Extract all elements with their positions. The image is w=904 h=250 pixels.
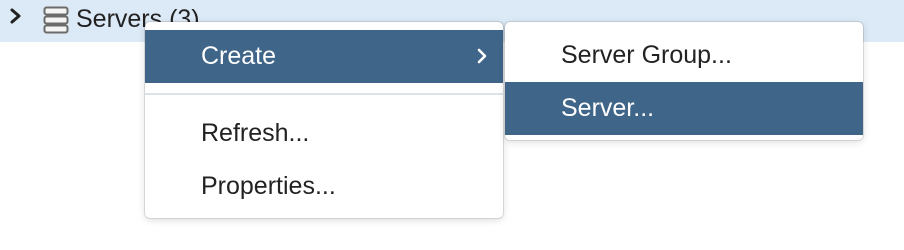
menu-item-label: Create xyxy=(201,42,277,70)
menu-item-label: Server Group... xyxy=(561,41,732,69)
menu-item-create[interactable]: Create xyxy=(145,30,503,83)
context-menu: Create Refresh... Properties... xyxy=(145,22,503,218)
stage: Servers (3) Create Refresh... Properties… xyxy=(0,0,904,250)
menu-item-properties[interactable]: Properties... xyxy=(145,160,503,213)
create-submenu: Server Group... Server... xyxy=(505,22,863,140)
menu-item-server[interactable]: Server... xyxy=(505,82,863,135)
chevron-right-icon[interactable] xyxy=(8,6,24,26)
menu-divider xyxy=(145,93,503,95)
menu-item-server-group[interactable]: Server Group... xyxy=(505,29,863,82)
menu-item-label: Properties... xyxy=(201,172,336,200)
menu-item-label: Refresh... xyxy=(201,119,310,147)
menu-item-label: Server... xyxy=(561,94,655,122)
menu-item-refresh[interactable]: Refresh... xyxy=(145,107,503,160)
server-group-icon xyxy=(43,6,69,34)
chevron-right-icon xyxy=(477,48,487,64)
